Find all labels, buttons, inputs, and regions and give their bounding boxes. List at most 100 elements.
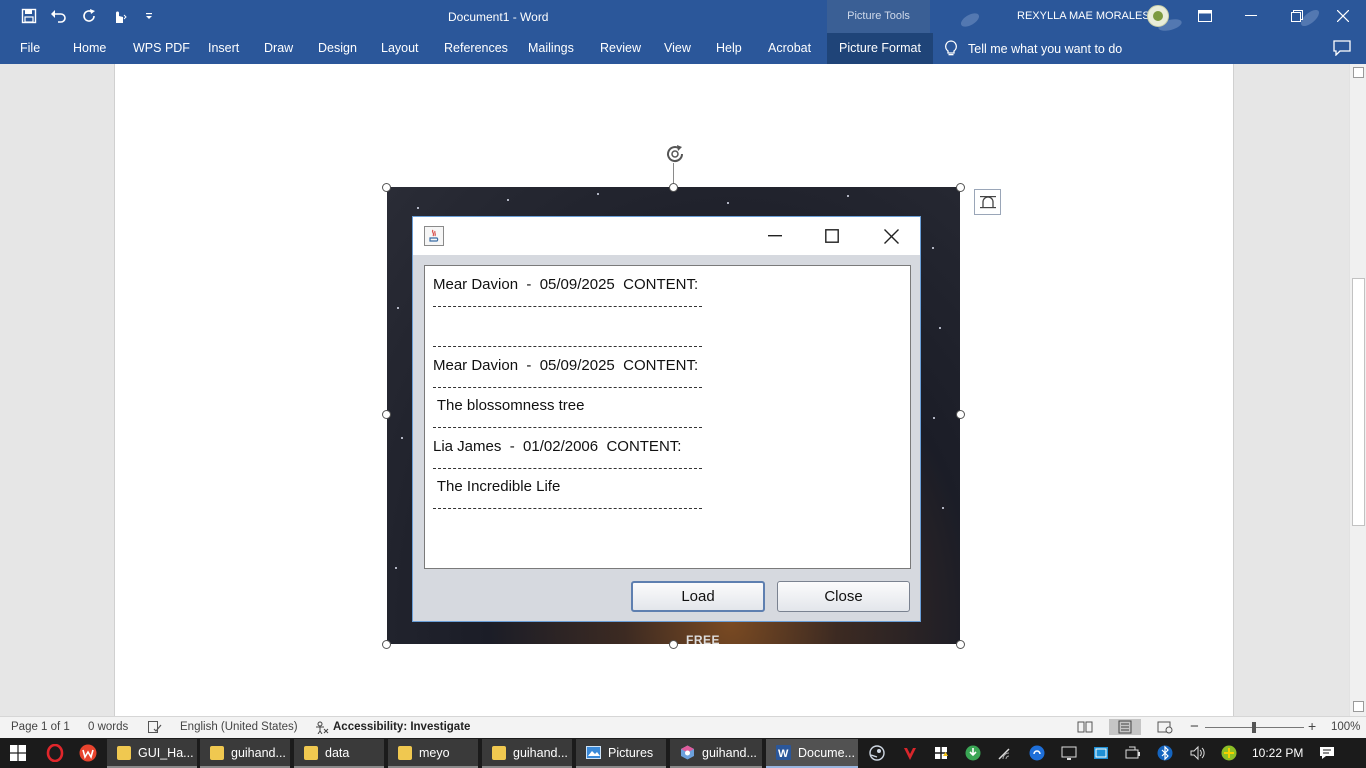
security-shield-icon[interactable]	[933, 745, 949, 761]
tab-design[interactable]: Design	[318, 33, 357, 64]
tab-picture-format[interactable]: Picture Format	[827, 33, 933, 64]
wps-office-icon[interactable]	[78, 743, 98, 763]
resize-handle-top-right[interactable]	[956, 183, 965, 192]
rotate-icon[interactable]	[663, 142, 687, 166]
zoom-level[interactable]: 100%	[1331, 721, 1360, 733]
document-title: Document1 - Word	[448, 10, 549, 24]
resize-handle-right[interactable]	[956, 410, 965, 419]
volume-icon[interactable]	[1189, 745, 1205, 761]
minimize-icon[interactable]	[1239, 6, 1263, 26]
layout-options-button[interactable]	[974, 189, 1001, 215]
records-text-area[interactable]: Mear Davion - 05/09/2025 CONTENT: Mear D…	[424, 265, 911, 569]
zoom-in-icon[interactable]: +	[1308, 718, 1316, 734]
resize-handle-top-left[interactable]	[382, 183, 391, 192]
tab-insert[interactable]: Insert	[208, 33, 239, 64]
cloud-sync-icon[interactable]	[1029, 745, 1045, 761]
pictures-icon	[586, 746, 601, 759]
opera-icon[interactable]	[45, 743, 65, 763]
tab-home[interactable]: Home	[73, 33, 106, 64]
resize-handle-bottom-right[interactable]	[956, 640, 965, 649]
dialog-close-icon[interactable]	[881, 226, 901, 246]
scroll-down-icon[interactable]	[1353, 701, 1364, 712]
taskbar-app[interactable]: meyo	[388, 739, 478, 768]
tab-layout[interactable]: Layout	[381, 33, 419, 64]
pen-network-icon[interactable]	[997, 745, 1013, 761]
windows-start-icon[interactable]	[8, 743, 28, 763]
tab-references[interactable]: References	[444, 33, 508, 64]
antivirus-icon[interactable]	[902, 745, 918, 761]
star	[933, 417, 935, 419]
taskbar-app[interactable]: GUI_Ha...	[107, 739, 197, 768]
star	[939, 327, 941, 329]
resize-handle-left[interactable]	[382, 410, 391, 419]
star	[932, 247, 934, 249]
tell-me-label: Tell me what you want to do	[968, 41, 1123, 56]
taskbar-app[interactable]: guihand...	[670, 739, 762, 768]
tell-me-search[interactable]: Tell me what you want to do	[944, 33, 1122, 64]
download-manager-icon[interactable]	[965, 745, 981, 761]
display-icon[interactable]	[1061, 745, 1077, 761]
taskbar-app-word[interactable]: W Docume...	[766, 739, 858, 768]
tab-help[interactable]: Help	[716, 33, 742, 64]
resize-handle-bottom[interactable]	[669, 640, 678, 649]
app-tray-icon[interactable]	[1221, 745, 1237, 761]
tab-draw[interactable]: Draw	[264, 33, 293, 64]
accessibility-icon[interactable]	[315, 721, 329, 737]
touch-mode-icon[interactable]	[108, 6, 130, 26]
folder-icon	[210, 745, 224, 760]
zoom-out-icon[interactable]: −	[1190, 718, 1199, 735]
taskbar-app[interactable]: guihand...	[482, 739, 572, 768]
lightbulb-icon	[945, 40, 957, 56]
tab-mailings[interactable]: Mailings	[528, 33, 574, 64]
word-count[interactable]: 0 words	[88, 721, 128, 733]
separator-line	[433, 346, 702, 347]
save-icon[interactable]	[18, 6, 40, 26]
star	[395, 567, 397, 569]
battery-charging-icon[interactable]	[1125, 745, 1141, 761]
restore-icon[interactable]	[1285, 6, 1309, 26]
user-avatar[interactable]	[1147, 5, 1169, 27]
zoom-slider-thumb[interactable]	[1252, 722, 1256, 733]
scroll-up-icon[interactable]	[1353, 67, 1364, 78]
close-button[interactable]: Close	[777, 581, 910, 612]
taskbar-app[interactable]: guihand...	[200, 739, 290, 768]
print-layout-icon[interactable]	[1109, 719, 1141, 735]
customize-qat-icon[interactable]	[138, 6, 160, 26]
resize-handle-bottom-left[interactable]	[382, 640, 391, 649]
read-mode-icon[interactable]	[1077, 720, 1093, 734]
taskbar-app-label: Docume...	[798, 745, 855, 760]
tab-acrobat[interactable]: Acrobat	[768, 33, 811, 64]
close-window-icon[interactable]	[1331, 6, 1355, 26]
action-center-icon[interactable]	[1319, 745, 1335, 761]
scroll-thumb[interactable]	[1352, 278, 1365, 526]
tab-wps-pdf[interactable]: WPS PDF	[133, 33, 190, 64]
network-adapter-icon[interactable]	[1093, 745, 1109, 761]
comments-icon[interactable]	[1333, 40, 1351, 56]
taskbar-app[interactable]: data	[294, 739, 384, 768]
redo-icon[interactable]	[78, 6, 100, 26]
language-indicator[interactable]: English (United States)	[180, 721, 298, 733]
tab-view[interactable]: View	[664, 33, 691, 64]
bluetooth-icon[interactable]	[1157, 745, 1173, 761]
separator-line	[433, 508, 702, 509]
vertical-scrollbar[interactable]	[1349, 64, 1366, 716]
ribbon-display-options-icon[interactable]	[1193, 6, 1217, 26]
tab-file[interactable]: File	[20, 33, 40, 64]
dialog-maximize-icon[interactable]	[822, 226, 842, 246]
system-clock[interactable]: 10:22 PM	[1252, 746, 1303, 760]
proofing-icon[interactable]	[148, 721, 162, 736]
tab-review[interactable]: Review	[600, 33, 641, 64]
undo-icon[interactable]	[48, 6, 70, 26]
steam-icon[interactable]	[869, 745, 885, 761]
taskbar-app[interactable]: Pictures	[576, 739, 666, 768]
load-button[interactable]: Load	[631, 581, 765, 612]
resize-handle-top[interactable]	[669, 183, 678, 192]
user-name[interactable]: REXYLLA MAE MORALES	[1017, 10, 1150, 22]
page-count[interactable]: Page 1 of 1	[11, 721, 70, 733]
quick-access-toolbar	[18, 6, 160, 26]
dialog-minimize-icon[interactable]	[765, 226, 785, 246]
accessibility-status[interactable]: Accessibility: Investigate	[333, 721, 470, 733]
picture-caption-text: FREE	[686, 633, 721, 647]
web-layout-icon[interactable]	[1157, 720, 1173, 734]
dialog-title-bar[interactable]	[413, 217, 920, 255]
